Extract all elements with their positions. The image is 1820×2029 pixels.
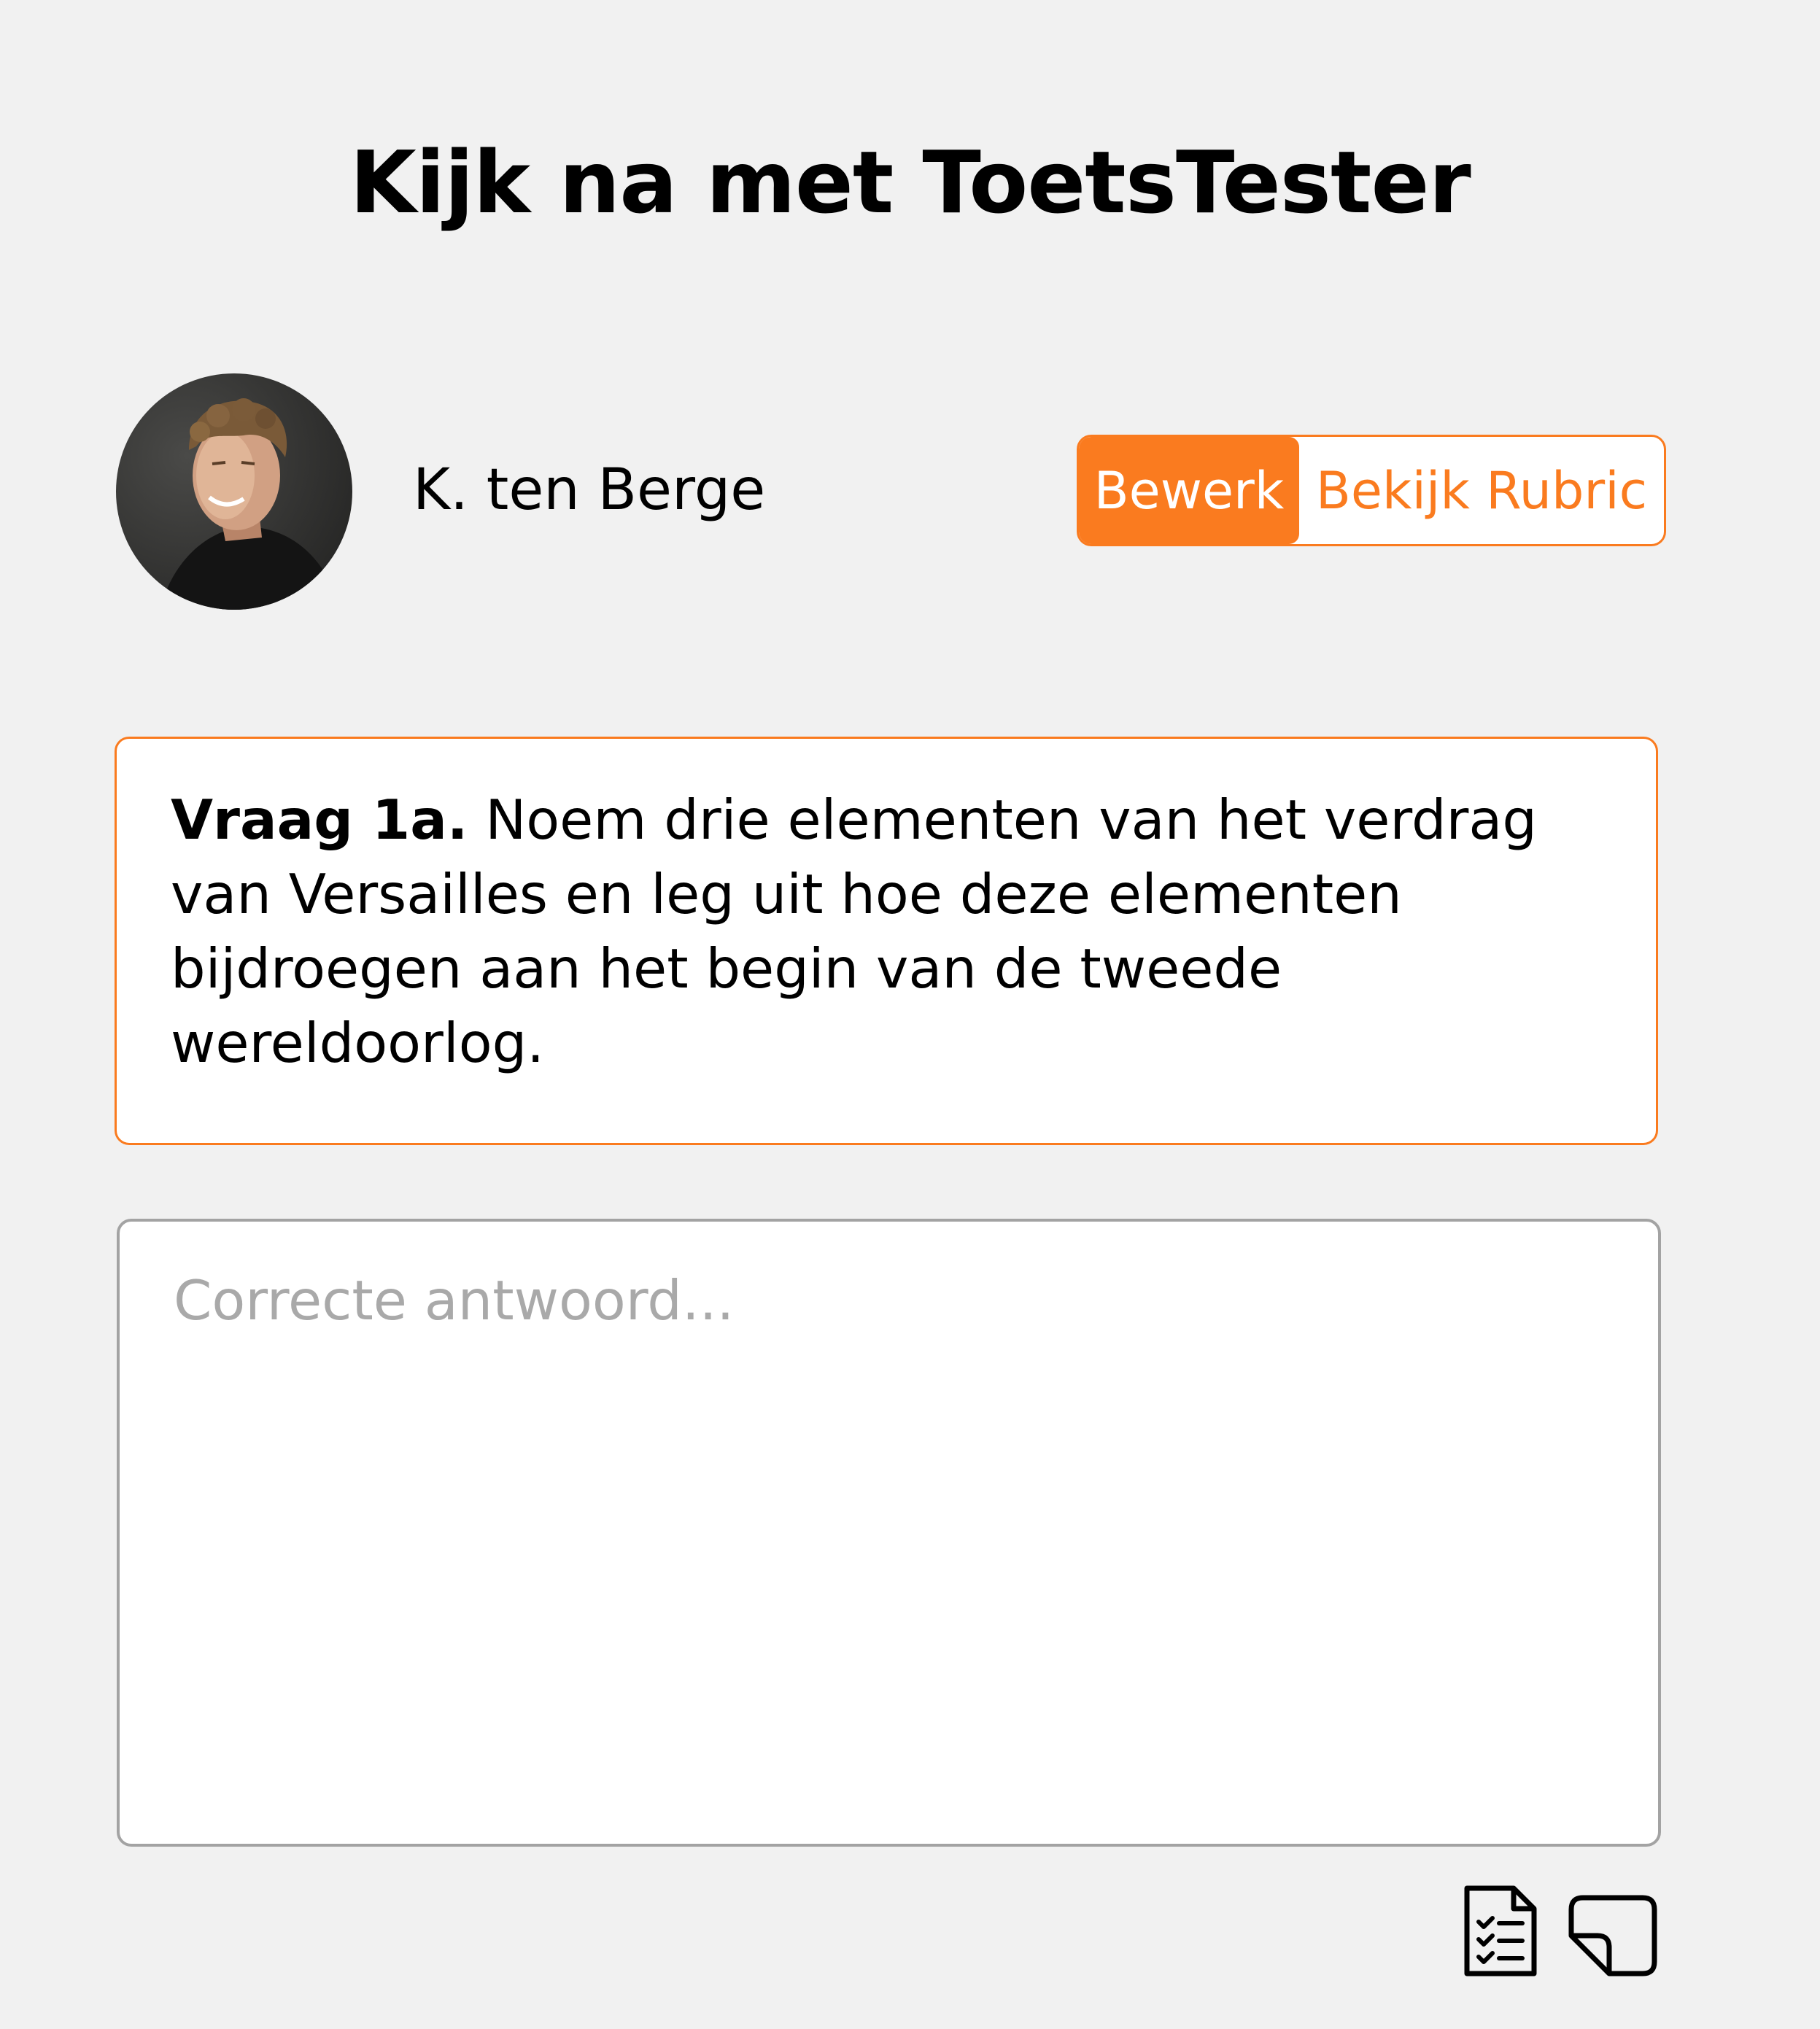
page-title: Kijk na met ToetsTester: [349, 132, 1471, 233]
checklist-document-icon[interactable]: [1461, 1885, 1537, 1976]
user-name: K. ten Berge: [413, 457, 766, 523]
mode-toggle: Bewerk Bekijk Rubric: [1077, 435, 1666, 546]
sticky-note-icon[interactable]: [1568, 1895, 1657, 1976]
view-rubric-button[interactable]: Bekijk Rubric: [1299, 437, 1664, 544]
answer-input[interactable]: [117, 1219, 1661, 1847]
user-photo-icon: [116, 373, 352, 610]
question-card: Vraag 1a. Noem drie elementen van het ve…: [115, 737, 1658, 1145]
edit-button[interactable]: Bewerk: [1079, 437, 1299, 544]
avatar: [116, 373, 352, 610]
question-number: Vraag 1a.: [171, 788, 468, 852]
